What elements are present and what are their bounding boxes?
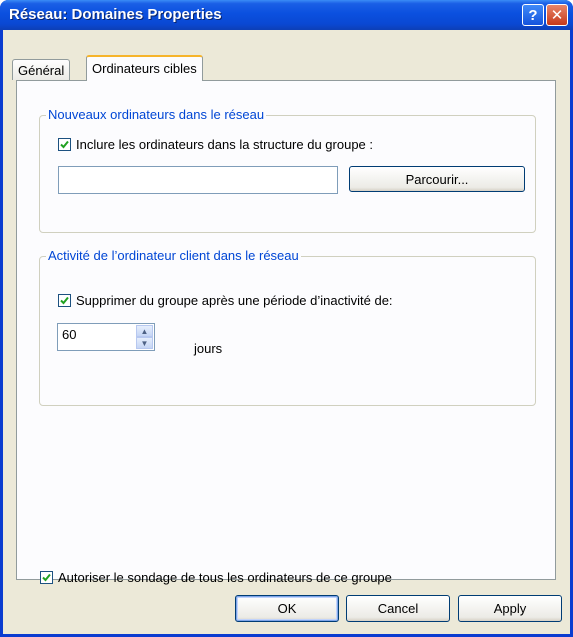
tab-label: Ordinateurs cibles xyxy=(92,61,197,76)
tab-panel: Nouveaux ordinateurs dans le réseau Incl… xyxy=(16,80,556,585)
dialog-client-area: Général Ordinateurs cibles Nouveaux ordi… xyxy=(3,30,570,634)
allow-poll-checkbox[interactable] xyxy=(40,571,53,584)
tab-ordinateurs-cibles[interactable]: Ordinateurs cibles xyxy=(86,55,203,81)
group-title: Nouveaux ordinateurs dans le réseau xyxy=(46,107,267,122)
checkmark-icon xyxy=(60,140,69,149)
remove-inactive-label: Supprimer du groupe après une période d’… xyxy=(76,293,393,308)
include-computers-label: Inclure les ordinateurs dans la structur… xyxy=(76,137,374,152)
title-bar[interactable]: Réseau: Domaines Properties ? ✕ xyxy=(0,0,573,30)
help-button[interactable]: ? xyxy=(522,4,544,26)
allow-poll-checkbox-row[interactable]: Autoriser le sondage de tous les ordinat… xyxy=(40,570,392,585)
remove-inactive-checkbox[interactable] xyxy=(58,294,71,307)
inactivity-days-spinbox[interactable]: 60 ▲ ▼ xyxy=(57,323,155,351)
spin-buttons: ▲ ▼ xyxy=(136,325,153,349)
include-computers-checkbox[interactable] xyxy=(58,138,71,151)
group-path-input[interactable] xyxy=(58,166,338,194)
checkmark-icon xyxy=(42,573,51,582)
dialog-window: Réseau: Domaines Properties ? ✕ Général … xyxy=(0,0,573,637)
group-new-computers: Nouveaux ordinateurs dans le réseau Incl… xyxy=(39,107,536,233)
group-title: Activité de l’ordinateur client dans le … xyxy=(46,248,301,263)
tab-label: Général xyxy=(18,63,65,78)
spin-up-button[interactable]: ▲ xyxy=(136,325,153,337)
checkmark-icon xyxy=(60,296,69,305)
help-icon: ? xyxy=(528,6,538,24)
days-unit-label: jours xyxy=(194,341,223,356)
group-client-activity: Activité de l’ordinateur client dans le … xyxy=(39,248,536,406)
window-title: Réseau: Domaines Properties xyxy=(9,6,222,23)
apply-button[interactable]: Apply xyxy=(458,595,562,622)
arrow-down-icon: ▼ xyxy=(140,338,149,348)
ok-label: OK xyxy=(277,601,297,616)
spin-down-button[interactable]: ▼ xyxy=(136,337,153,349)
allow-poll-label: Autoriser le sondage de tous les ordinat… xyxy=(58,570,392,585)
inactivity-days-value: 60 xyxy=(62,327,77,342)
arrow-up-icon: ▲ xyxy=(140,326,149,336)
cancel-label: Cancel xyxy=(377,601,419,616)
browse-label: Parcourir... xyxy=(405,171,469,187)
close-icon: ✕ xyxy=(550,6,564,24)
remove-inactive-checkbox-row[interactable]: Supprimer du groupe après une période d’… xyxy=(58,293,393,308)
tab-general[interactable]: Général xyxy=(12,59,71,80)
browse-button[interactable]: Parcourir... xyxy=(349,166,525,192)
include-computers-checkbox-row[interactable]: Inclure les ordinateurs dans la structur… xyxy=(58,137,373,152)
cancel-button[interactable]: Cancel xyxy=(346,595,450,622)
apply-label: Apply xyxy=(493,601,527,616)
close-button[interactable]: ✕ xyxy=(546,4,568,26)
ok-button[interactable]: OK xyxy=(235,595,339,622)
